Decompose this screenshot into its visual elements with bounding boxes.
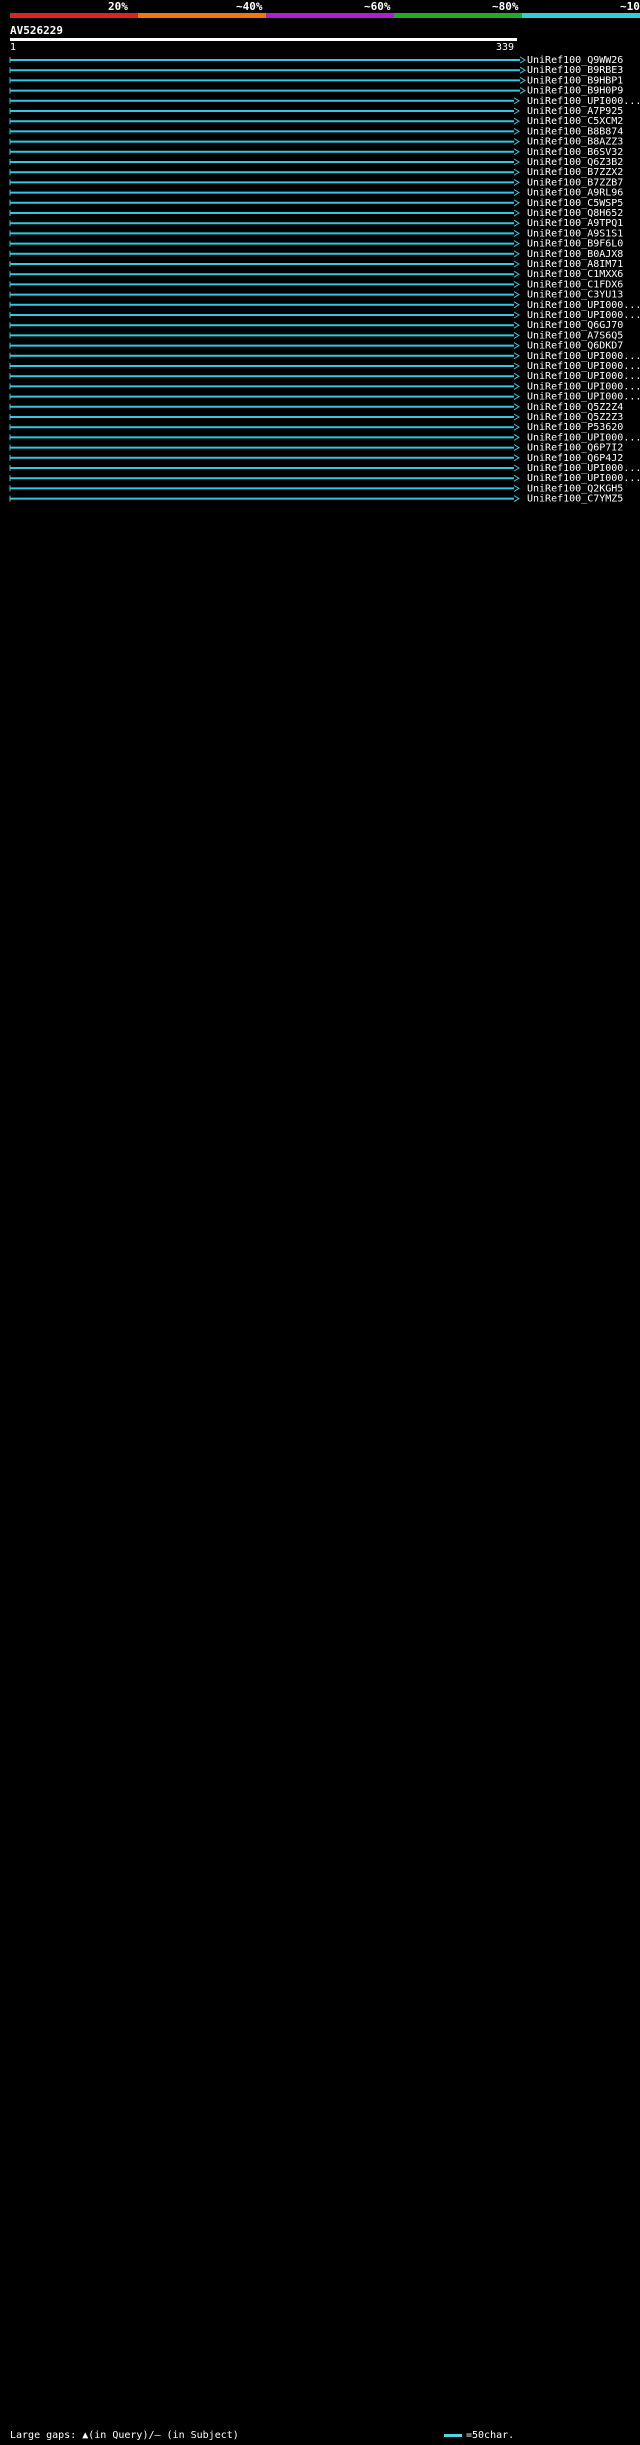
hit-end-arrow <box>513 382 520 390</box>
hit-end-arrow <box>513 372 520 380</box>
hit-end-arrow <box>513 484 520 492</box>
hit-end-arrow <box>513 107 520 115</box>
hit-end-arrow <box>513 403 520 411</box>
hit-label[interactable]: UniRef100_C7YMZ5 <box>527 494 623 505</box>
scale-label: =50char. <box>466 2430 515 2441</box>
hit-end-arrow <box>513 189 520 197</box>
hit-end-arrow <box>513 229 520 237</box>
hit-end-arrow <box>513 495 520 503</box>
hit-end-arrow <box>513 168 520 176</box>
gaps-legend: Large gaps: ▲(in Query)/— (in Subject) <box>10 2430 239 2441</box>
hit-end-arrow <box>519 87 526 95</box>
hit-end-arrow <box>513 444 520 452</box>
hit-end-arrow <box>513 158 520 166</box>
hit-end-arrow <box>513 148 520 156</box>
hit-end-arrow <box>513 362 520 370</box>
hit-end-arrow <box>513 311 520 319</box>
hit-end-arrow <box>513 127 520 135</box>
hit-end-arrow <box>513 474 520 482</box>
hit-end-arrow <box>513 97 520 105</box>
hit-end-arrow <box>513 117 520 125</box>
hit-end-arrow <box>513 321 520 329</box>
hit-end-arrow <box>513 138 520 146</box>
hit-end-arrow <box>513 413 520 421</box>
hit-end-arrow <box>513 260 520 268</box>
hit-end-arrow <box>513 352 520 360</box>
hit-end-arrow <box>519 56 526 64</box>
hit-end-arrow <box>513 393 520 401</box>
hit-end-arrow <box>513 331 520 339</box>
alignment-chart: UniRef100_Q9WW26UniRef100_B9RBE3UniRef10… <box>9 55 640 505</box>
scale-legend: =50char. <box>444 2430 514 2441</box>
hit-end-arrow <box>513 342 520 350</box>
hit-end-arrow <box>519 76 526 84</box>
hit-end-arrow <box>519 66 526 74</box>
hit-end-arrow <box>513 178 520 186</box>
hit-end-arrow <box>513 454 520 462</box>
hit-end-arrow <box>513 209 520 217</box>
hit-end-arrow <box>513 250 520 258</box>
hit-end-arrow <box>513 240 520 248</box>
hit-end-arrow <box>513 280 520 288</box>
hit-end-arrow <box>513 270 520 278</box>
scale-bar <box>444 2433 462 2437</box>
hit-end-arrow <box>513 464 520 472</box>
hit-end-arrow <box>513 219 520 227</box>
hit-end-arrow <box>513 433 520 441</box>
hit-end-arrow <box>513 423 520 431</box>
hit-end-arrow <box>513 199 520 207</box>
hit-end-arrow <box>513 301 520 309</box>
hit-end-arrow <box>513 291 520 299</box>
